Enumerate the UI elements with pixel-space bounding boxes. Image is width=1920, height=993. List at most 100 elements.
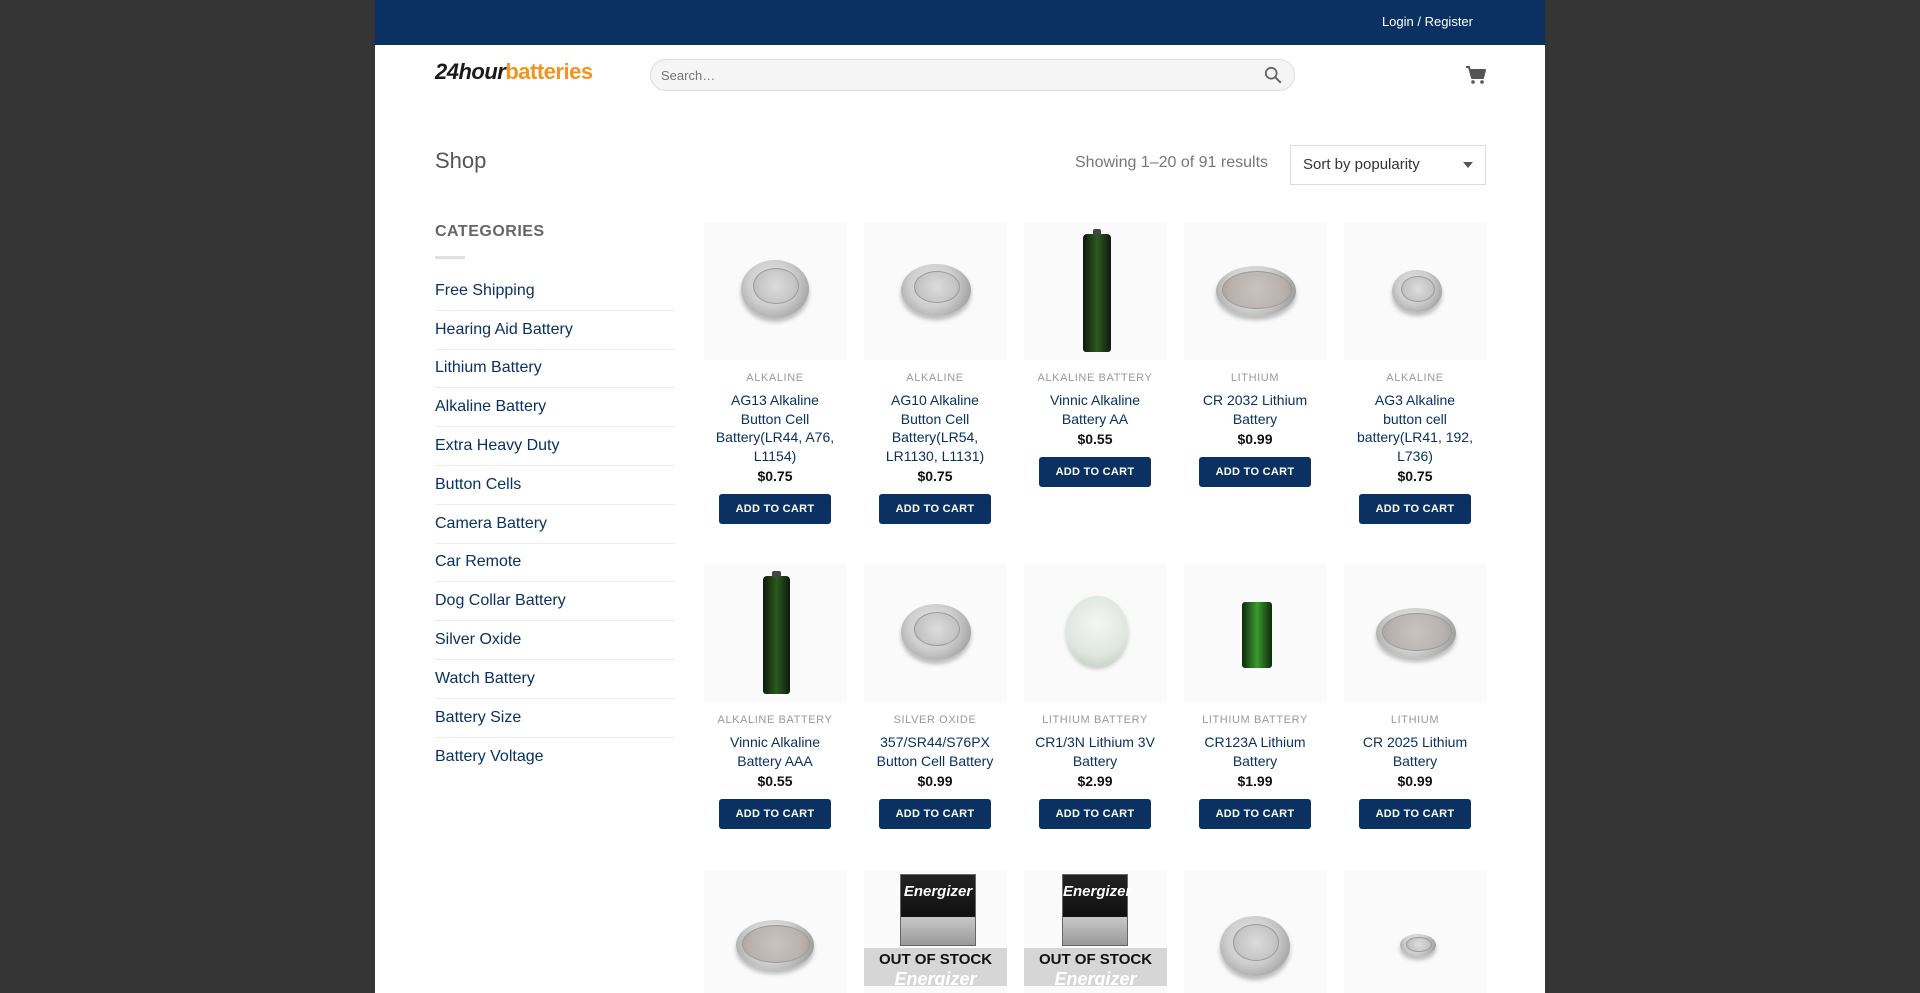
product-name[interactable]: 357/SR44/S76PX Button Cell Battery bbox=[860, 733, 1010, 770]
product-price: $0.99 bbox=[917, 773, 953, 789]
add-to-cart-button[interactable]: ADD TO CART bbox=[879, 799, 991, 829]
page: Login / Register 24hourbatteries Shop Sh… bbox=[375, 0, 1545, 993]
category-item[interactable]: Hearing Aid Battery bbox=[435, 311, 675, 350]
product-name[interactable]: Vinnic Alkaline Battery AA bbox=[1020, 391, 1170, 428]
out-of-stock-label: OUT OF STOCK bbox=[878, 951, 993, 968]
product-price: $0.75 bbox=[917, 468, 953, 484]
out-of-stock-badge: OUT OF STOCK Energizer bbox=[1024, 948, 1167, 989]
product-image[interactable] bbox=[1344, 222, 1487, 360]
product-card bbox=[700, 870, 850, 993]
add-to-cart-button[interactable]: ADD TO CART bbox=[1039, 799, 1151, 829]
login-register-link[interactable]: Login / Register bbox=[1382, 14, 1473, 29]
product-image[interactable] bbox=[864, 222, 1007, 360]
category-item[interactable]: Watch Battery bbox=[435, 660, 675, 699]
product-price: $0.75 bbox=[757, 468, 793, 484]
product-price: $0.75 bbox=[1397, 468, 1433, 484]
category-item[interactable]: Car Remote bbox=[435, 544, 675, 583]
add-to-cart-button[interactable]: ADD TO CART bbox=[1359, 799, 1471, 829]
out-of-stock-label: OUT OF STOCK bbox=[1038, 951, 1153, 968]
cart-icon[interactable] bbox=[1465, 65, 1487, 85]
logo-part-24hour: 24hour bbox=[435, 59, 506, 84]
product-image[interactable] bbox=[1184, 222, 1327, 360]
add-to-cart-button[interactable]: ADD TO CART bbox=[719, 494, 831, 524]
add-to-cart-button[interactable]: ADD TO CART bbox=[1359, 494, 1471, 524]
add-to-cart-button[interactable]: ADD TO CART bbox=[1039, 457, 1151, 487]
product-price: $0.99 bbox=[1397, 773, 1433, 789]
product-name[interactable]: CR 2025 Lithium Battery bbox=[1340, 733, 1490, 770]
product-image[interactable] bbox=[1184, 870, 1327, 993]
add-to-cart-button[interactable]: ADD TO CART bbox=[1199, 799, 1311, 829]
product-category: ALKALINE BATTERY bbox=[1037, 372, 1153, 384]
pack-brand: Energizer bbox=[903, 883, 973, 900]
product-card: ALKALINE BATTERY Vinnic Alkaline Battery… bbox=[1020, 222, 1170, 487]
product-card: LITHIUM BATTERY CR1/3N Lithium 3V Batter… bbox=[1020, 564, 1170, 829]
page-title: Shop bbox=[435, 148, 487, 173]
product-name[interactable]: CR 2032 Lithium Battery bbox=[1180, 391, 1330, 428]
category-item[interactable]: Battery Size bbox=[435, 699, 675, 738]
pack-brand: Energizer bbox=[1063, 883, 1132, 900]
category-item[interactable]: Camera Battery bbox=[435, 505, 675, 544]
product-image[interactable] bbox=[864, 564, 1007, 702]
product-name[interactable]: Vinnic Alkaline Battery AAA bbox=[700, 733, 850, 770]
product-category: ALKALINE bbox=[746, 372, 804, 384]
sort-select[interactable]: Sort by popularity bbox=[1290, 145, 1486, 185]
product-category: LITHIUM bbox=[1230, 372, 1280, 384]
product-category: LITHIUM BATTERY bbox=[1042, 714, 1148, 726]
result-count: Showing 1–20 of 91 results bbox=[1075, 154, 1269, 171]
product-name[interactable]: AG13 Alkaline Button Cell Battery(LR44, … bbox=[700, 391, 850, 465]
product-card: ALKALINE AG13 Alkaline Button Cell Batte… bbox=[700, 222, 850, 524]
search-box bbox=[650, 59, 1295, 91]
category-item[interactable]: Battery Voltage bbox=[435, 738, 675, 777]
pack-brand: Energizer bbox=[1054, 969, 1137, 989]
product-image[interactable] bbox=[1184, 564, 1327, 702]
product-category: ALKALINE bbox=[906, 372, 964, 384]
product-price: $1.99 bbox=[1237, 773, 1273, 789]
product-category: ALKALINE BATTERY bbox=[717, 714, 833, 726]
add-to-cart-button[interactable]: ADD TO CART bbox=[879, 494, 991, 524]
product-name[interactable]: AG10 Alkaline Button Cell Battery(LR54, … bbox=[860, 391, 1010, 465]
header: 24hourbatteries bbox=[375, 45, 1545, 107]
product-card: ALKALINE AG3 Alkaline button cell batter… bbox=[1340, 222, 1490, 524]
add-to-cart-button[interactable]: ADD TO CART bbox=[1199, 457, 1311, 487]
product-price: $0.55 bbox=[1077, 431, 1113, 447]
product-image[interactable]: Energizer OUT OF STOCK Energizer bbox=[864, 870, 1007, 993]
chevron-down-icon bbox=[1463, 162, 1473, 168]
out-of-stock-badge: OUT OF STOCK Energizer bbox=[864, 948, 1007, 988]
product-image[interactable] bbox=[1024, 222, 1167, 360]
category-item[interactable]: Dog Collar Battery bbox=[435, 582, 675, 622]
category-item[interactable]: Silver Oxide bbox=[435, 621, 675, 660]
product-card bbox=[1340, 870, 1490, 993]
product-image[interactable] bbox=[704, 870, 847, 993]
product-card: Energizer OUT OF STOCK Energizer bbox=[1020, 870, 1170, 993]
product-card: LITHIUM CR 2025 Lithium Battery $0.99 AD… bbox=[1340, 564, 1490, 829]
product-name[interactable]: AG3 Alkaline button cell battery(LR41, 1… bbox=[1340, 391, 1490, 465]
product-image[interactable] bbox=[1344, 870, 1487, 993]
category-item[interactable]: Extra Heavy Duty bbox=[435, 427, 675, 466]
category-item[interactable]: Lithium Battery bbox=[435, 350, 675, 389]
product-image[interactable] bbox=[704, 564, 847, 702]
product-name[interactable]: CR1/3N Lithium 3V Battery bbox=[1020, 733, 1170, 770]
search-icon[interactable] bbox=[1264, 66, 1282, 84]
product-card: LITHIUM BATTERY CR123A Lithium Battery $… bbox=[1180, 564, 1330, 829]
product-image[interactable] bbox=[1024, 564, 1167, 702]
product-category: LITHIUM bbox=[1390, 714, 1440, 726]
product-card: SILVER OXIDE 357/SR44/S76PX Button Cell … bbox=[860, 564, 1010, 829]
product-name[interactable]: CR123A Lithium Battery bbox=[1180, 733, 1330, 770]
product-price: $2.99 bbox=[1077, 773, 1113, 789]
category-item[interactable]: Button Cells bbox=[435, 466, 675, 505]
category-item[interactable]: Alkaline Battery bbox=[435, 388, 675, 428]
site-logo[interactable]: 24hourbatteries bbox=[435, 59, 593, 85]
product-image[interactable] bbox=[1344, 564, 1487, 702]
logo-part-batteries: batteries bbox=[505, 59, 593, 84]
product-image[interactable] bbox=[704, 222, 847, 360]
product-card: Energizer OUT OF STOCK Energizer bbox=[860, 870, 1010, 993]
category-item[interactable]: Free Shipping bbox=[435, 272, 675, 311]
product-image[interactable]: Energizer OUT OF STOCK Energizer bbox=[1024, 870, 1167, 993]
product-card: LITHIUM CR 2032 Lithium Battery $0.99 AD… bbox=[1180, 222, 1330, 487]
add-to-cart-button[interactable]: ADD TO CART bbox=[719, 799, 831, 829]
category-list: Free Shipping Hearing Aid Battery Lithiu… bbox=[435, 272, 675, 776]
product-card: ALKALINE AG10 Alkaline Button Cell Batte… bbox=[860, 222, 1010, 524]
search-input[interactable] bbox=[651, 60, 1231, 90]
product-price: $0.99 bbox=[1237, 431, 1273, 447]
top-bar: Login / Register bbox=[375, 0, 1545, 45]
